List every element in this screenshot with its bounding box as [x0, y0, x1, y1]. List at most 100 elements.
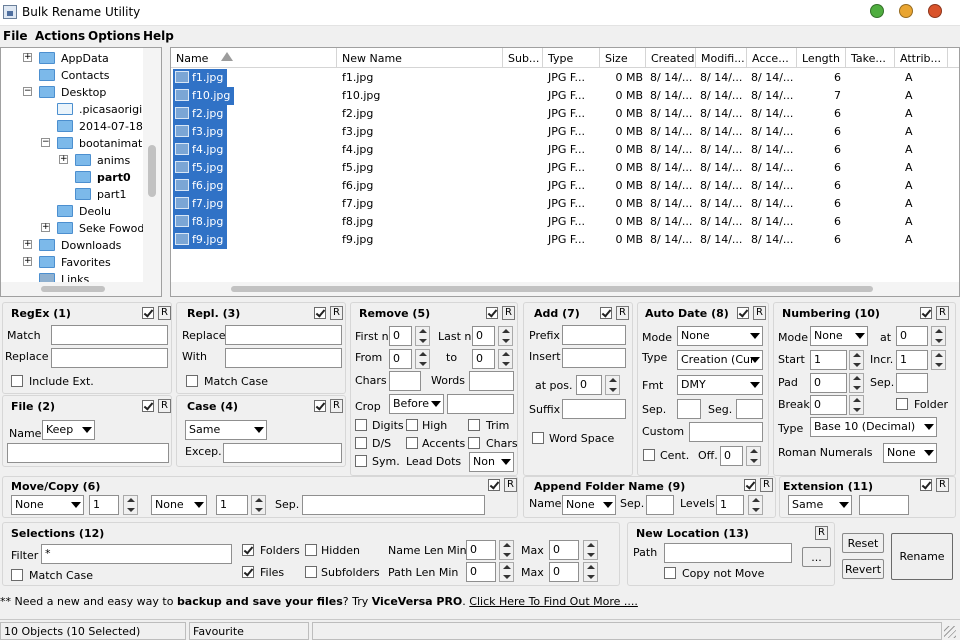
column-header[interactable]: Attrib...	[895, 48, 948, 68]
move-copy-target-dropdown[interactable]: None	[151, 495, 207, 515]
remove-trim-checkbox[interactable]	[468, 419, 480, 431]
remove-last-n-input[interactable]: 0	[472, 326, 495, 346]
tree-node[interactable]: .picasaorigina	[1, 101, 161, 118]
auto-date-reset-button[interactable]: R	[753, 306, 766, 320]
numbering-start-spinner[interactable]	[849, 350, 864, 370]
extension-dropdown[interactable]: Same	[788, 495, 852, 515]
file-enable-checkbox[interactable]	[142, 400, 154, 412]
selections-name-len-min-spinner[interactable]	[499, 540, 514, 560]
column-header[interactable]: Take...	[846, 48, 895, 68]
file-row[interactable]: f6.jpg f6.jpg JPG F... 0 MB 8/ 14/... 8/ 14/.…	[171, 177, 959, 195]
move-copy-mode-dropdown[interactable]: None	[11, 495, 84, 515]
column-header[interactable]: Modifi...	[696, 48, 747, 68]
numbering-at-spinner[interactable]	[931, 326, 946, 346]
extension-input[interactable]	[859, 495, 909, 515]
resize-grip-icon[interactable]	[944, 626, 956, 638]
remove-chars-checkbox[interactable]	[468, 437, 480, 449]
selections-subfolders-checkbox[interactable]	[305, 566, 317, 578]
extension-enable-checkbox[interactable]	[920, 479, 932, 491]
tree-node[interactable]: + Favorites	[1, 254, 161, 271]
file-row[interactable]: f2.jpg f2.jpg JPG F... 0 MB 8/ 14/... 8/ 14/.…	[171, 105, 959, 123]
regex-include-ext-checkbox[interactable]	[11, 375, 23, 387]
new-location-copy-not-move-checkbox[interactable]	[664, 567, 676, 579]
tree-node[interactable]: + Seke Fowodc	[1, 220, 161, 237]
append-folder-levels-input[interactable]: 1	[716, 495, 744, 515]
tree-node[interactable]: − bootanimatio	[1, 135, 161, 152]
case-reset-button[interactable]: R	[330, 399, 343, 413]
move-copy-enable-checkbox[interactable]	[488, 479, 500, 491]
file-name-cell[interactable]: f5.jpg	[173, 159, 228, 177]
file-name-cell[interactable]: f6.jpg	[173, 177, 228, 195]
file-row[interactable]: f7.jpg f7.jpg JPG F... 0 MB 8/ 14/... 8/ 14/.…	[171, 195, 959, 213]
numbering-sep-input[interactable]	[896, 373, 928, 393]
remove-enable-checkbox[interactable]	[486, 307, 498, 319]
repl-match-case-checkbox[interactable]	[186, 375, 198, 387]
file-name-cell[interactable]: f9.jpg	[173, 231, 228, 249]
folder-tree[interactable]: + AppData Contacts − Desktop .picasaorigina 20…	[0, 47, 162, 297]
add-word-space-checkbox[interactable]	[532, 432, 544, 444]
reset-button[interactable]: Reset	[842, 533, 884, 553]
move-copy-sep-input[interactable]	[302, 495, 485, 515]
add-at-pos-spinner[interactable]	[605, 375, 620, 395]
numbering-break-input[interactable]: 0	[810, 395, 847, 415]
repl-reset-button[interactable]: R	[330, 306, 343, 320]
browse-button[interactable]: ...	[802, 547, 831, 567]
tree-node[interactable]: + Downloads	[1, 237, 161, 254]
menu-options[interactable]: Options	[88, 29, 141, 43]
repl-replace-input[interactable]	[225, 325, 342, 345]
file-name-dropdown[interactable]: Keep	[42, 420, 95, 440]
tree-vscroll-thumb[interactable]	[148, 145, 156, 197]
remove-first-n-spinner[interactable]	[415, 326, 430, 346]
collapse-icon[interactable]: −	[41, 138, 50, 147]
remove-from-input[interactable]: 0	[389, 349, 412, 369]
remove-reset-button[interactable]: R	[502, 306, 515, 320]
numbering-enable-checkbox[interactable]	[920, 307, 932, 319]
file-name-cell[interactable]: f2.jpg	[173, 105, 228, 123]
move-copy-target-count-spinner[interactable]	[251, 495, 266, 515]
remove-crop-dropdown[interactable]: Before	[389, 394, 444, 414]
selections-max2-input[interactable]: 0	[549, 562, 579, 582]
numbering-pad-input[interactable]: 0	[810, 373, 847, 393]
auto-date-off-spinner[interactable]	[746, 446, 761, 466]
tree-hscroll-thumb[interactable]	[41, 286, 105, 292]
repl-with-input[interactable]	[225, 348, 342, 368]
menu-file[interactable]: File	[3, 29, 28, 43]
selections-match-case-checkbox[interactable]	[11, 569, 23, 581]
numbering-mode-dropdown[interactable]: None	[810, 326, 868, 346]
file-row[interactable]: f4.jpg f4.jpg JPG F... 0 MB 8/ 14/... 8/ 14/.…	[171, 141, 959, 159]
move-copy-count-spinner[interactable]	[123, 495, 138, 515]
expand-icon[interactable]: +	[59, 155, 68, 164]
case-dropdown[interactable]: Same	[185, 420, 267, 440]
remove-sym-checkbox[interactable]	[355, 455, 367, 467]
append-folder-levels-spinner[interactable]	[748, 495, 763, 515]
remove-words-input[interactable]	[469, 371, 514, 391]
selections-path-len-min-spinner[interactable]	[499, 562, 514, 582]
numbering-incr-spinner[interactable]	[931, 350, 946, 370]
numbering-break-spinner[interactable]	[849, 395, 864, 415]
add-suffix-input[interactable]	[562, 399, 626, 419]
column-header[interactable]: Size	[600, 48, 646, 68]
remove-high-checkbox[interactable]	[406, 419, 418, 431]
menu-help[interactable]: Help	[143, 29, 174, 43]
column-header[interactable]: New Name	[337, 48, 503, 68]
append-folder-enable-checkbox[interactable]	[744, 479, 756, 491]
move-copy-target-count-input[interactable]: 1	[216, 495, 248, 515]
file-reset-button[interactable]: R	[158, 399, 171, 413]
remove-crop-input[interactable]	[447, 394, 514, 414]
file-row[interactable]: f8.jpg f8.jpg JPG F... 0 MB 8/ 14/... 8/ 14/.…	[171, 213, 959, 231]
numbering-reset-button[interactable]: R	[936, 306, 949, 320]
regex-match-input[interactable]	[51, 325, 168, 345]
numbering-incr-input[interactable]: 1	[896, 350, 928, 370]
add-prefix-input[interactable]	[562, 325, 626, 345]
close-button[interactable]	[928, 4, 942, 18]
auto-date-type-dropdown[interactable]: Creation (Cur	[677, 350, 763, 370]
column-header[interactable]: Length	[797, 48, 846, 68]
add-at-pos-input[interactable]: 0	[576, 375, 602, 395]
file-row[interactable]: f3.jpg f3.jpg JPG F... 0 MB 8/ 14/... 8/ 14/.…	[171, 123, 959, 141]
revert-button[interactable]: Revert	[842, 559, 884, 579]
remove-ds-checkbox[interactable]	[355, 437, 367, 449]
remove-digits-checkbox[interactable]	[355, 419, 367, 431]
regex-enable-checkbox[interactable]	[142, 307, 154, 319]
remove-from-spinner[interactable]	[415, 349, 430, 369]
file-name-cell[interactable]: f1.jpg	[173, 69, 228, 87]
